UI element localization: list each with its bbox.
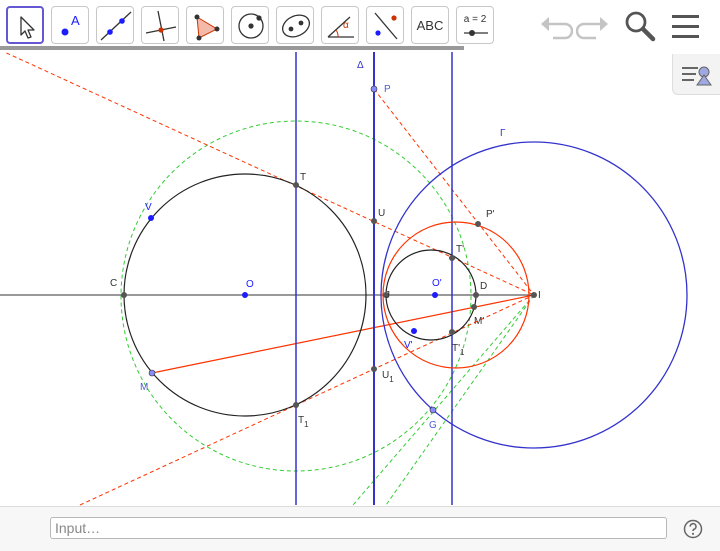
reflect-tool-button[interactable] <box>366 6 404 44</box>
label-g: G <box>429 420 437 431</box>
point-t[interactable] <box>293 182 299 188</box>
label-v-prime: V' <box>404 340 413 351</box>
redo-icon <box>575 17 608 40</box>
label-u1: U1 <box>382 370 394 384</box>
perpendicular-line-tool-button[interactable] <box>141 6 179 44</box>
main-menu-button[interactable] <box>668 8 704 44</box>
circle-tool-button[interactable] <box>231 6 269 44</box>
point-c[interactable] <box>121 292 127 298</box>
conic-tool-button[interactable] <box>276 6 314 44</box>
point-v[interactable] <box>148 215 154 221</box>
label-o-prime: O' <box>432 278 442 289</box>
point-m[interactable] <box>148 369 156 377</box>
point-t1-prime[interactable] <box>449 329 455 335</box>
point-u1[interactable] <box>371 366 377 372</box>
label-t-prime: T' <box>456 244 464 255</box>
label-delta: Δ <box>357 60 364 71</box>
label-o: O <box>246 279 254 290</box>
algebra-input[interactable] <box>50 517 667 539</box>
reflect-about-line-icon <box>374 12 398 40</box>
search-icon <box>625 11 656 42</box>
redo-button[interactable] <box>575 8 612 44</box>
help-icon <box>683 519 703 539</box>
label-t1-prime: T'1 <box>452 343 465 357</box>
label-v: V <box>145 202 152 213</box>
point-i[interactable] <box>531 292 537 298</box>
label-m: M <box>140 382 148 393</box>
toolbar: A α ABC a = 2 <box>0 0 720 52</box>
point-v-prime[interactable] <box>411 328 417 334</box>
point-t-prime[interactable] <box>449 255 455 261</box>
input-bar <box>0 506 720 551</box>
ellipse-icon <box>281 14 311 38</box>
undo-icon <box>541 17 574 40</box>
circle-center-point-icon <box>238 13 264 39</box>
move-tool-button[interactable] <box>6 6 44 44</box>
point-m-prime[interactable] <box>471 304 477 310</box>
label-t1: T1 <box>298 415 309 429</box>
point-o[interactable] <box>242 292 248 298</box>
arrow-cursor-icon <box>20 16 35 39</box>
point-p-prime[interactable] <box>475 221 481 227</box>
guide-tangent-line-2[interactable] <box>385 294 535 506</box>
label-u: U <box>378 208 385 219</box>
label-p: P <box>384 84 391 95</box>
point-t1[interactable] <box>293 402 299 408</box>
label-p-prime: P' <box>486 209 495 220</box>
help-button[interactable] <box>683 519 703 539</box>
undo-button[interactable] <box>537 8 574 44</box>
point-u[interactable] <box>371 218 377 224</box>
text-icon: ABC <box>416 17 444 33</box>
polygon-tool-button[interactable] <box>186 6 224 44</box>
label-c: C <box>110 278 117 289</box>
label-d: D <box>480 281 487 292</box>
point-g[interactable] <box>429 406 437 414</box>
label-gamma: Γ <box>500 128 506 139</box>
perpendicular-line-icon <box>145 10 177 42</box>
angle-icon <box>327 16 354 38</box>
label-j: J <box>385 290 390 301</box>
label-t: T <box>300 172 306 183</box>
line-tool-button[interactable] <box>96 6 134 44</box>
angle-tool-label: α <box>343 20 349 31</box>
slider-icon <box>464 30 488 36</box>
label-m-prime: M' <box>474 316 484 327</box>
toolbar-divider <box>0 46 464 50</box>
polygon-icon <box>194 14 220 41</box>
search-button[interactable] <box>622 8 658 44</box>
line-through-points-icon <box>100 11 132 41</box>
point-d[interactable] <box>473 292 479 298</box>
graphics-view[interactable]: Δ P Γ T U P' V T' C O J O' D I M' V' T'1… <box>0 52 720 506</box>
slider-tool-button[interactable]: a = 2 <box>456 6 494 44</box>
label-i: I <box>538 290 541 301</box>
point-tool-button[interactable]: A <box>51 6 89 44</box>
point-o-prime[interactable] <box>432 292 438 298</box>
angle-tool-button[interactable]: α <box>321 6 359 44</box>
point-tool-label: A <box>71 13 80 28</box>
text-tool-button[interactable]: ABC <box>411 6 449 44</box>
hamburger-menu-icon <box>672 15 699 38</box>
red-line-i-t1[interactable] <box>79 294 535 506</box>
point-p[interactable] <box>370 85 378 93</box>
